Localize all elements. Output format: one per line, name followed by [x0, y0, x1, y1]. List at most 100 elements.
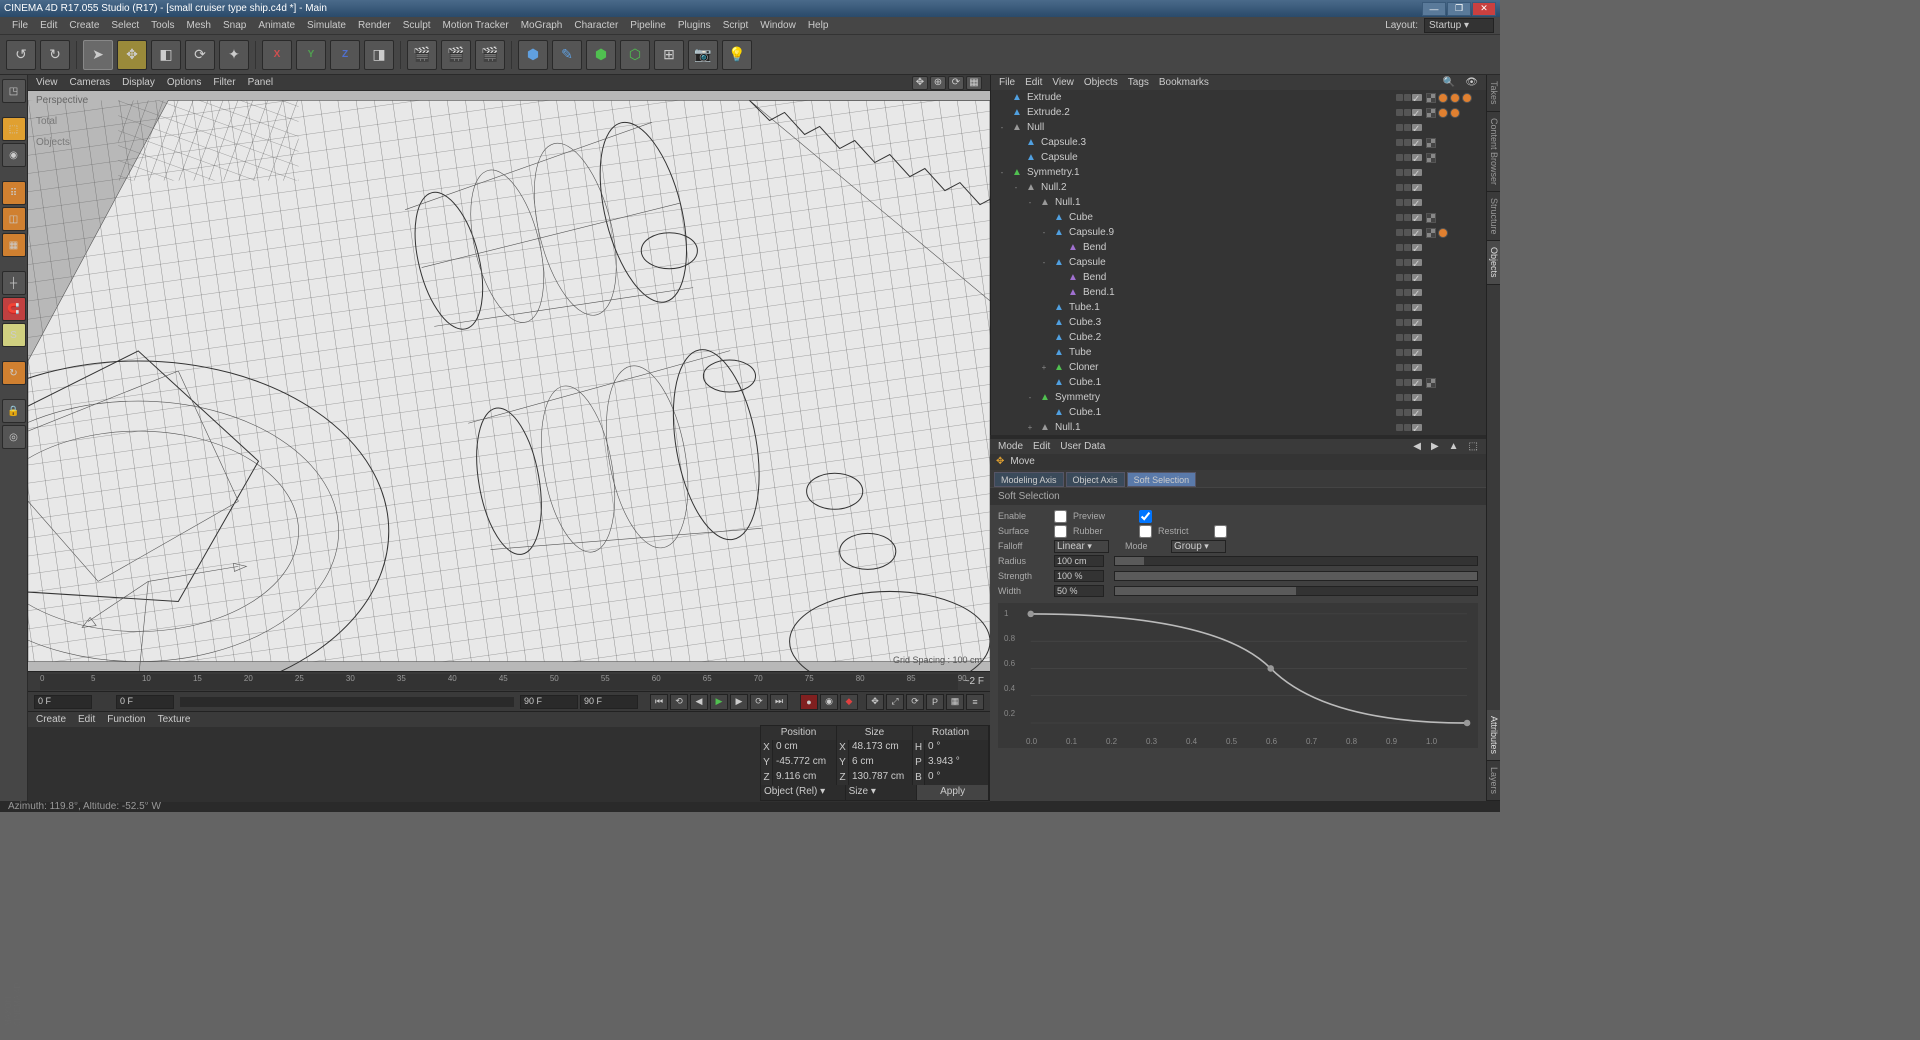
redo-button[interactable]: ↻ [40, 40, 70, 70]
workplane-button[interactable]: S [2, 323, 26, 347]
select-tool[interactable]: ➤ [83, 40, 113, 70]
coord-size-field[interactable]: 48.173 cm [849, 740, 913, 755]
rtab-objects[interactable]: Objects [1487, 241, 1500, 285]
axis-x-button[interactable]: X [262, 40, 292, 70]
attr-lock-icon[interactable]: ⬚ [1469, 441, 1478, 452]
object-row[interactable]: ▲Tube.1✓ [991, 300, 1486, 315]
coord-pos-field[interactable]: -45.772 cm [773, 755, 837, 770]
object-row[interactable]: -▲Symmetry.1✓ [991, 165, 1486, 180]
timeline-track[interactable]: 051015202530354045505560657075808590 [40, 674, 958, 690]
object-tags[interactable] [1426, 228, 1486, 238]
object-tags[interactable] [1426, 108, 1486, 118]
snap-button[interactable]: 🧲 [2, 297, 26, 321]
object-row[interactable]: -▲Null.1✓ [991, 195, 1486, 210]
key-pla-button[interactable]: ▦ [946, 694, 964, 710]
key-scale-button[interactable]: ⤢ [886, 694, 904, 710]
environment-button[interactable]: ⊞ [654, 40, 684, 70]
object-row[interactable]: -▲Capsule.9✓ [991, 225, 1486, 240]
menu-render[interactable]: Render [352, 18, 397, 33]
menu-snap[interactable]: Snap [217, 18, 252, 33]
menu-script[interactable]: Script [717, 18, 755, 33]
coords-apply-button[interactable]: Apply [917, 785, 989, 800]
last-tool[interactable]: ✦ [219, 40, 249, 70]
expand-toggle[interactable]: - [997, 123, 1007, 132]
obj-menu-objects[interactable]: Objects [1084, 77, 1118, 88]
object-tags[interactable] [1426, 138, 1486, 148]
tab-soft-selection[interactable]: Soft Selection [1127, 472, 1197, 487]
record-button[interactable]: ● [800, 694, 818, 710]
obj-menu-edit[interactable]: Edit [1025, 77, 1042, 88]
expand-toggle[interactable]: - [1025, 198, 1035, 207]
vp-maximize-button[interactable]: ▦ [966, 76, 982, 90]
object-row[interactable]: -▲Symmetry✓ [991, 390, 1486, 405]
goto-start-button[interactable]: ⏮ [650, 694, 668, 710]
light-button[interactable]: 💡 [722, 40, 752, 70]
key-options-button[interactable]: ≡ [966, 694, 984, 710]
object-row[interactable]: +▲Null.1✓ [991, 420, 1486, 435]
menu-pipeline[interactable]: Pipeline [624, 18, 672, 33]
menu-window[interactable]: Window [754, 18, 802, 33]
object-row[interactable]: ▲Capsule✓ [991, 150, 1486, 165]
autokey-button[interactable]: ◉ [820, 694, 838, 710]
coord-system-button[interactable]: ◨ [364, 40, 394, 70]
menu-select[interactable]: Select [105, 18, 145, 33]
lock-button[interactable]: 🔒 [2, 399, 26, 423]
expand-toggle[interactable]: - [1039, 258, 1049, 267]
vpmenu-panel[interactable]: Panel [248, 77, 274, 88]
menu-plugins[interactable]: Plugins [672, 18, 717, 33]
render-view-button[interactable]: 🎬 [407, 40, 437, 70]
radius-slider[interactable] [1114, 556, 1478, 566]
total-frames-field[interactable]: 90 F [580, 695, 638, 709]
scale-tool[interactable]: ◧ [151, 40, 181, 70]
width-slider[interactable] [1114, 586, 1478, 596]
axis-z-button[interactable]: Z [330, 40, 360, 70]
falloff-dropdown[interactable]: Linear ▾ [1054, 540, 1109, 553]
visibility-dots[interactable]: ✓ [1396, 229, 1422, 236]
keyframe-button[interactable]: ◆ [840, 694, 858, 710]
menu-simulate[interactable]: Simulate [301, 18, 352, 33]
visibility-dots[interactable]: ✓ [1396, 214, 1422, 221]
obj-menu-view[interactable]: View [1052, 77, 1074, 88]
object-row[interactable]: ▲Extrude.2✓ [991, 105, 1486, 120]
object-tags[interactable] [1426, 93, 1486, 103]
mat-menu-edit[interactable]: Edit [78, 714, 95, 725]
goto-end-button[interactable]: ⏭ [770, 694, 788, 710]
perspective-viewport[interactable]: Perspective Total Objects [28, 91, 990, 671]
coord-rot-field[interactable]: 0 ° [925, 740, 989, 755]
mat-menu-create[interactable]: Create [36, 714, 66, 725]
object-tags[interactable] [1426, 213, 1486, 223]
next-key-button[interactable]: ⟳ [750, 694, 768, 710]
visibility-dots[interactable]: ✓ [1396, 319, 1422, 326]
falloff-graph[interactable]: 10.80.60.40.20.00.10.20.30.40.50.60.70.8… [998, 603, 1478, 748]
object-row[interactable]: ▲Extrude✓ [991, 90, 1486, 105]
edges-mode-button[interactable]: ◫ [2, 207, 26, 231]
coord-rot-field[interactable]: 3.943 ° [925, 755, 989, 770]
rtab-takes[interactable]: Takes [1487, 75, 1500, 112]
mat-menu-function[interactable]: Function [107, 714, 145, 725]
viewport-solo-button[interactable]: ◎ [2, 425, 26, 449]
coord-rot-field[interactable]: 0 ° [925, 770, 989, 785]
restrict-checkbox[interactable] [1214, 525, 1227, 538]
visibility-dots[interactable]: ✓ [1396, 124, 1422, 131]
rtab-layers[interactable]: Layers [1487, 761, 1500, 801]
visibility-dots[interactable]: ✓ [1396, 169, 1422, 176]
attr-nav-back[interactable]: ◀ [1413, 441, 1421, 452]
render-region-button[interactable]: 🎬 [441, 40, 471, 70]
obj-search-icon[interactable]: 🔍 [1443, 77, 1455, 88]
visibility-dots[interactable]: ✓ [1396, 409, 1422, 416]
surface-checkbox[interactable] [1054, 525, 1067, 538]
attr-menu-mode[interactable]: Mode [998, 441, 1023, 452]
menu-help[interactable]: Help [802, 18, 835, 33]
vpmenu-options[interactable]: Options [167, 77, 201, 88]
menu-create[interactable]: Create [63, 18, 105, 33]
minimize-button[interactable]: — [1422, 2, 1446, 16]
vp-zoom-button[interactable]: ⊕ [930, 76, 946, 90]
coord-pos-field[interactable]: 0 cm [773, 740, 837, 755]
visibility-dots[interactable]: ✓ [1396, 139, 1422, 146]
layout-dropdown[interactable]: Startup ▾ [1424, 18, 1494, 33]
key-pos-button[interactable]: ✥ [866, 694, 884, 710]
range-end-field[interactable]: 90 F [520, 695, 578, 709]
expand-toggle[interactable]: + [1025, 423, 1035, 432]
tweak-button[interactable]: ↻ [2, 361, 26, 385]
object-row[interactable]: ▲Cube✓ [991, 210, 1486, 225]
